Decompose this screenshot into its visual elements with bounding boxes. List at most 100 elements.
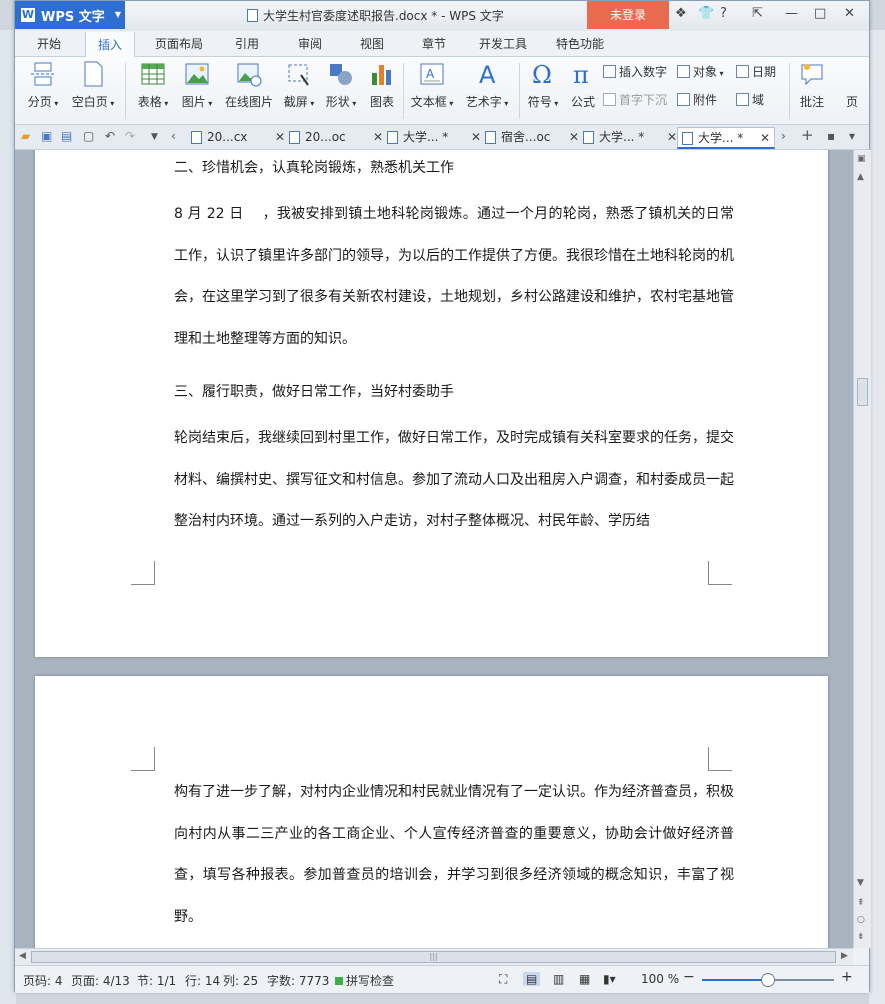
ruler-toggle-icon[interactable]: ▣ — [857, 154, 866, 164]
tab-list-icon[interactable]: ▪ — [827, 129, 835, 143]
ribbon-separator — [403, 63, 404, 119]
drop-cap-button[interactable]: 首字下沉 — [603, 91, 667, 109]
status-bar: 页码: 4 页面: 4/13 节: 1/1 行: 14 列: 25 字数: 77… — [15, 965, 869, 993]
outline-view-icon[interactable]: ▥ — [553, 972, 564, 986]
doc-tab[interactable]: 20...cx ✕ — [187, 127, 285, 149]
close-button[interactable]: ✕ — [844, 6, 855, 21]
collapse-ribbon-icon[interactable]: ⇱ — [752, 6, 763, 21]
wordart-button[interactable]: A 艺术字 ▾ — [461, 61, 513, 110]
crop-mark — [131, 561, 155, 585]
maximize-button[interactable]: □ — [814, 6, 826, 21]
tab-menu-icon[interactable]: ▾ — [849, 129, 855, 143]
date-button[interactable]: 日期 — [736, 63, 776, 81]
tab-review[interactable]: 审阅 — [286, 31, 334, 57]
redo-icon[interactable]: ↷ — [125, 129, 135, 143]
textbox-icon: A — [419, 61, 445, 87]
insert-number-button[interactable]: 插入数字 — [603, 63, 667, 81]
doc-tab[interactable]: 大学... * ✕ — [383, 127, 481, 149]
close-tab-icon[interactable]: ✕ — [275, 127, 285, 147]
fullscreen-icon[interactable]: ⛶ — [499, 972, 507, 987]
login-button[interactable]: 未登录 — [587, 1, 669, 29]
doc-tab[interactable]: 宿舍...oc ✕ — [481, 127, 579, 149]
quick-access-dropdown-icon[interactable]: ▼ — [151, 132, 158, 142]
zoom-slider[interactable] — [702, 973, 834, 987]
spell-check-button[interactable]: 拼写检查 — [335, 972, 394, 989]
zoom-in-icon[interactable]: + — [841, 969, 853, 985]
open-folder-icon[interactable]: ▰ — [21, 129, 30, 143]
screenshot-button[interactable]: 截屏 ▾ — [279, 61, 319, 110]
tab-chapter[interactable]: 章节 — [410, 31, 458, 57]
word-count[interactable]: 字数: 7773 — [267, 972, 329, 989]
help-icon[interactable]: ? — [720, 6, 727, 21]
tab-developer[interactable]: 开发工具 — [467, 31, 539, 57]
comment-button[interactable]: 批注 — [795, 61, 829, 110]
page-view-icon[interactable]: ▤ — [523, 972, 541, 986]
app-menu-button[interactable]: W WPS 文字 ▼ — [15, 1, 125, 29]
doc-tab-active[interactable]: 大学... * ✕ — [677, 127, 775, 149]
doc-tab-label: 大学... * — [698, 131, 744, 145]
close-tab-icon[interactable]: ✕ — [667, 127, 677, 147]
previous-page-icon[interactable]: ⇞ — [857, 898, 865, 908]
svg-text:Ω: Ω — [532, 61, 552, 87]
tab-home[interactable]: 开始 — [25, 31, 73, 57]
close-tab-icon[interactable]: ✕ — [471, 127, 481, 147]
chart-button[interactable]: 图表 — [365, 61, 399, 110]
omega-icon: Ω — [530, 61, 556, 89]
svg-text:A: A — [479, 61, 496, 87]
doc-tab-label: 20...cx — [207, 130, 248, 144]
scrollbar-thumb[interactable]: ||| — [31, 951, 836, 963]
scroll-right-icon[interactable]: ▶ — [841, 951, 848, 961]
shirt-icon[interactable]: 👕 — [698, 6, 714, 21]
picture-button[interactable]: 图片 ▾ — [177, 61, 217, 110]
page-break-label: 分页 — [27, 95, 52, 109]
scroll-left-icon[interactable]: ◀ — [19, 951, 26, 961]
page-break-button[interactable]: 分页 ▾ — [23, 61, 63, 110]
save-icon[interactable]: ▣ — [41, 129, 52, 143]
online-picture-button[interactable]: 在线图片 — [223, 61, 275, 110]
zoom-level[interactable]: 100 % — [641, 972, 679, 986]
blank-page-button[interactable]: 空白页 ▾ — [67, 61, 119, 110]
select-browse-object-icon[interactable]: ○ — [857, 915, 865, 925]
tab-scroll-left-icon[interactable]: ‹ — [171, 129, 176, 143]
zoom-slider-thumb[interactable] — [761, 973, 775, 987]
skin-icon[interactable]: ❖ — [675, 6, 687, 21]
print-preview-icon[interactable]: ▢ — [83, 129, 94, 143]
new-tab-icon[interactable]: + — [801, 126, 814, 144]
minimize-button[interactable]: — — [785, 6, 798, 21]
web-view-icon[interactable]: ▦ — [579, 972, 590, 986]
scrollbar-thumb[interactable] — [857, 378, 868, 406]
print-icon[interactable]: ▤ — [61, 129, 72, 143]
tab-features[interactable]: 特色功能 — [544, 31, 616, 57]
scroll-down-icon[interactable]: ▼ — [857, 878, 864, 888]
doc-tab[interactable]: 大学... * ✕ — [579, 127, 677, 149]
attachment-button[interactable]: 附件 — [677, 91, 717, 109]
tab-insert[interactable]: 插入 — [85, 32, 136, 58]
textbox-button[interactable]: A 文本框 ▾ — [409, 61, 455, 110]
horizontal-scrollbar[interactable]: ◀ ||| ▶ — [15, 948, 853, 965]
close-tab-icon[interactable]: ✕ — [373, 127, 383, 147]
object-button[interactable]: 对象 ▾ — [677, 63, 724, 81]
zoom-out-icon[interactable]: − — [683, 969, 695, 985]
scroll-up-icon[interactable]: ▲ — [857, 172, 864, 182]
tab-view[interactable]: 视图 — [348, 31, 396, 57]
reading-mode-icon[interactable]: ▮▾ — [603, 972, 616, 986]
undo-icon[interactable]: ↶ — [105, 129, 115, 143]
field-button[interactable]: 域 — [736, 91, 764, 109]
close-tab-icon[interactable]: ✕ — [760, 128, 770, 148]
close-tab-icon[interactable]: ✕ — [569, 127, 579, 147]
vertical-scrollbar[interactable]: ▣ ▲ ▼ ⇞ ○ ⇟ — [853, 150, 871, 948]
formula-button[interactable]: π 公式 — [566, 61, 600, 110]
table-button[interactable]: 表格 ▾ — [133, 61, 173, 110]
doc-tab[interactable]: 20...oc ✕ — [285, 127, 383, 149]
symbol-button[interactable]: Ω 符号 ▾ — [523, 61, 563, 110]
chart-icon — [369, 61, 395, 87]
tab-scroll-right-icon[interactable]: › — [781, 129, 786, 143]
tab-references[interactable]: 引用 — [223, 31, 271, 57]
shapes-button[interactable]: 形状 ▾ — [321, 61, 361, 110]
page-more-button[interactable]: 页 — [841, 61, 863, 110]
next-page-icon[interactable]: ⇟ — [857, 932, 865, 942]
tab-page-layout[interactable]: 页面布局 — [143, 31, 215, 57]
object-icon — [677, 65, 690, 78]
table-label: 表格 — [137, 95, 162, 109]
svg-text:π: π — [573, 61, 589, 87]
